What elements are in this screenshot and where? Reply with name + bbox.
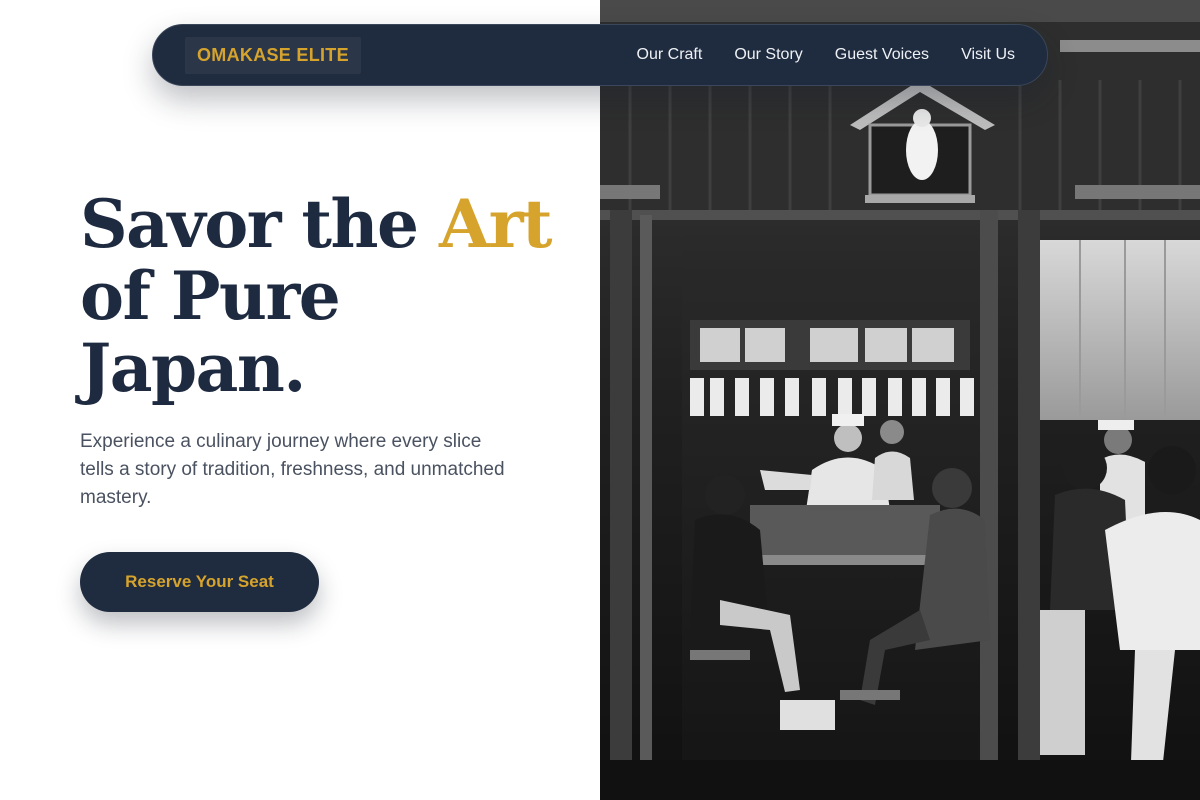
hero-title-part1: Savor the <box>80 185 419 263</box>
nav-link-guest-voices[interactable]: Guest Voices <box>835 46 929 64</box>
hero-title-accent: Art <box>439 185 552 263</box>
reserve-seat-button[interactable]: Reserve Your Seat <box>80 552 319 612</box>
hero-title-line-1: Savor the Art <box>80 188 580 260</box>
nav-link-visit-us[interactable]: Visit Us <box>961 46 1015 64</box>
brand-logo[interactable]: OMAKASE ELITE <box>185 36 361 74</box>
hero-title-line-3: Japan. <box>80 329 306 407</box>
top-nav: OMAKASE ELITE Our Craft Our Story Guest … <box>152 24 1048 86</box>
hero-title: Savor the Art of Pure Japan. <box>80 188 580 404</box>
nav-links: Our Craft Our Story Guest Voices Visit U… <box>637 46 1015 64</box>
hero-photo <box>600 0 1200 800</box>
nav-link-our-craft[interactable]: Our Craft <box>637 46 703 64</box>
nav-link-our-story[interactable]: Our Story <box>734 46 802 64</box>
hero-subtitle: Experience a culinary journey where ever… <box>80 431 505 508</box>
restaurant-scene-image <box>600 0 1200 800</box>
hero-title-line-2: of Pure <box>80 257 341 335</box>
